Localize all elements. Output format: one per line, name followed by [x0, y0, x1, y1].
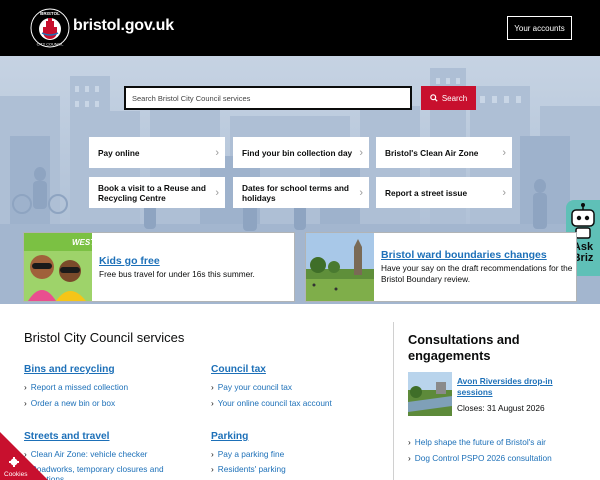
- category-council-tax[interactable]: Council tax: [211, 364, 266, 375]
- consultation-link[interactable]: › Help shape the future of Bristol's air: [408, 437, 546, 447]
- bristol-landscape-image: [306, 233, 374, 301]
- search-button-label: Search: [441, 93, 468, 103]
- services-heading: Bristol City Council services: [24, 330, 185, 345]
- chevron-right-icon: ›: [215, 146, 219, 159]
- site-header: BRISTOL CITY COUNCIL bristol.gov.uk Your…: [0, 0, 600, 56]
- site-name[interactable]: bristol.gov.uk: [73, 17, 174, 35]
- quick-link-bin-collection[interactable]: Find your bin collection day ›: [233, 137, 369, 168]
- quick-link-street-issue[interactable]: Report a street issue ›: [376, 177, 512, 208]
- search-input[interactable]: [124, 86, 412, 110]
- chevron-right-icon: ›: [502, 146, 506, 159]
- quick-link-label: Book a visit to a Reuse and Recycling Ce…: [98, 182, 206, 203]
- cookies-button[interactable]: Cookies: [0, 432, 48, 480]
- quick-link-pay-online[interactable]: Pay online ›: [89, 137, 225, 168]
- consultation-featured-link[interactable]: Avon Riversides drop-in sessions: [457, 376, 567, 398]
- consultations-heading: Consultations and engagements: [408, 332, 520, 363]
- kids-photo-image: WEST: [24, 233, 92, 301]
- service-link[interactable]: ›Roadworks, temporary closures and restr…: [24, 464, 194, 480]
- chevron-right-icon: ›: [359, 146, 363, 159]
- promo-description: Free bus travel for under 16s this summe…: [99, 269, 255, 279]
- quick-link-school-terms[interactable]: Dates for school terms and holidays ›: [233, 177, 369, 208]
- service-link[interactable]: › Your online council tax account: [211, 398, 332, 408]
- service-link[interactable]: › Report a missed collection: [24, 382, 128, 392]
- svg-text:BRISTOL: BRISTOL: [40, 11, 60, 16]
- consultation-link[interactable]: › Dog Control PSPO 2026 consultation: [408, 453, 552, 463]
- category-bins-recycling[interactable]: Bins and recycling: [24, 364, 115, 375]
- bristol-crest-logo[interactable]: BRISTOL CITY COUNCIL: [30, 8, 70, 48]
- quick-link-label: Report a street issue: [385, 187, 468, 198]
- chevron-right-icon: ›: [211, 398, 214, 408]
- cookies-label: Cookies: [4, 471, 28, 478]
- quick-link-label: Find your bin collection day: [242, 147, 353, 158]
- column-divider: [393, 322, 394, 480]
- chevron-right-icon: ›: [211, 382, 214, 392]
- search-icon: [430, 94, 438, 102]
- quick-link-clean-air-zone[interactable]: Bristol's Clean Air Zone ›: [376, 137, 512, 168]
- your-accounts-button[interactable]: Your accounts: [507, 16, 572, 40]
- chevron-right-icon: ›: [408, 437, 411, 447]
- west-logo-text: WEST: [72, 238, 92, 247]
- quick-link-reuse-recycling[interactable]: Book a visit to a Reuse and Recycling Ce…: [89, 177, 225, 208]
- quick-link-label: Dates for school terms and holidays: [242, 182, 349, 203]
- service-link[interactable]: › Pay your council tax: [211, 382, 292, 392]
- promo-card-kids-go-free[interactable]: WEST Kids go free Free bus travel for un…: [23, 232, 295, 302]
- promo-title[interactable]: Bristol ward boundaries changes: [381, 249, 547, 261]
- promo-description: Have your say on the draft recommendatio…: [381, 263, 573, 284]
- service-link[interactable]: › Pay a parking fine: [211, 449, 284, 459]
- quick-link-label: Pay online: [98, 147, 140, 158]
- chevron-right-icon: ›: [24, 398, 27, 408]
- chevron-right-icon: ›: [502, 186, 506, 199]
- chevron-right-icon: ›: [211, 464, 214, 474]
- chevron-right-icon: ›: [359, 186, 363, 199]
- riverside-image: [408, 372, 452, 416]
- promo-card-ward-boundaries[interactable]: Bristol ward boundaries changes Have you…: [305, 232, 577, 302]
- chevron-right-icon: ›: [215, 186, 219, 199]
- service-link[interactable]: › Residents' parking: [211, 464, 286, 474]
- chevron-right-icon: ›: [408, 453, 411, 463]
- service-link[interactable]: › Order a new bin or box: [24, 398, 115, 408]
- consultation-closing-date: Closes: 31 August 2026: [457, 403, 545, 413]
- category-parking[interactable]: Parking: [211, 431, 248, 442]
- search-button[interactable]: Search: [421, 86, 476, 110]
- svg-text:CITY COUNCIL: CITY COUNCIL: [37, 43, 64, 47]
- quick-link-label: Bristol's Clean Air Zone: [385, 147, 479, 158]
- chevron-right-icon: ›: [24, 382, 27, 392]
- chevron-right-icon: ›: [211, 449, 214, 459]
- promo-title[interactable]: Kids go free: [99, 255, 160, 267]
